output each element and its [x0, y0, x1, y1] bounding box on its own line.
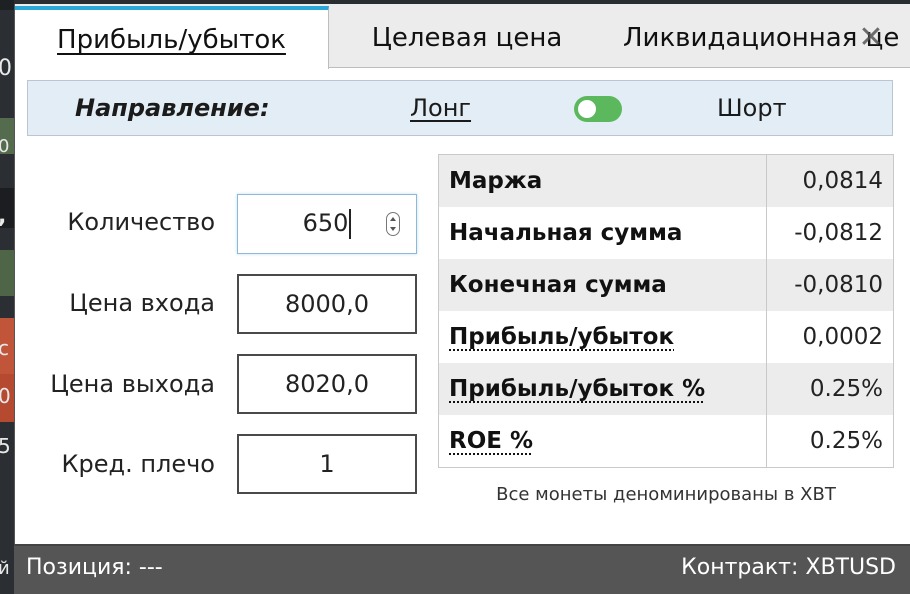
- pnl-calculator-dialog: Прибыль/убыток Целевая цена Ликвидационн…: [14, 4, 910, 594]
- results-name: Начальная сумма: [449, 220, 683, 246]
- position-status: Позиция: ---: [26, 555, 163, 580]
- exit-price-label: Цена выхода: [50, 370, 215, 398]
- tab-target-price[interactable]: Целевая цена: [329, 10, 605, 68]
- leverage-value: 1: [319, 450, 335, 478]
- quantity-input[interactable]: 650: [237, 194, 417, 254]
- quantity-value: 650: [302, 209, 349, 237]
- background-text: 0: [0, 384, 11, 408]
- results-name: Прибыль/убыток: [449, 324, 675, 350]
- entry-price-input[interactable]: 8000,0: [237, 274, 417, 334]
- background-text: 0: [0, 56, 12, 81]
- background-block: [0, 0, 14, 10]
- results-name: ROE %: [449, 428, 534, 454]
- background-app-strip: 0 0 , c 0 5 й: [0, 0, 14, 594]
- leverage-label: Кред. плечо: [61, 450, 215, 478]
- text-caret: [349, 209, 352, 239]
- tab-profit-loss[interactable]: Прибыль/убыток: [15, 6, 329, 69]
- results-row-roe: ROE % 0.25%: [439, 415, 893, 467]
- entry-price-value: 8000,0: [285, 290, 369, 318]
- exit-price-input[interactable]: 8020,0: [237, 354, 417, 414]
- results-value: -0,0812: [794, 220, 883, 246]
- results-value: -0,0810: [794, 272, 883, 298]
- results-value: 0,0814: [802, 168, 883, 194]
- quantity-spinner[interactable]: [386, 212, 400, 236]
- leverage-input[interactable]: 1: [237, 434, 417, 494]
- results-row-final: Конечная сумма -0,0810: [439, 259, 893, 311]
- results-value: 0.25%: [809, 428, 883, 454]
- direction-short-option[interactable]: Шорт: [717, 81, 787, 135]
- contract-status: Контракт: XBTUSD: [681, 555, 896, 580]
- results-row-pnl: Прибыль/убыток 0,0002: [439, 311, 893, 363]
- toggle-knob: [578, 100, 596, 118]
- direction-toggle[interactable]: [574, 96, 622, 122]
- results-value: 0,0002: [802, 324, 883, 350]
- results-value: 0.25%: [809, 376, 883, 402]
- entry-price-label: Цена входа: [69, 289, 215, 317]
- results-row-initial: Начальная сумма -0,0812: [439, 207, 893, 259]
- background-text: 0: [0, 136, 10, 157]
- denomination-note: Все монеты деноминированы в XBT: [496, 484, 836, 505]
- results-row-margin: Маржа 0,0814: [439, 155, 893, 207]
- direction-long-option[interactable]: Лонг: [410, 81, 471, 135]
- background-text: c: [0, 336, 9, 360]
- background-text: й: [0, 558, 10, 579]
- tab-profit-loss-label: Прибыль/убыток: [57, 25, 286, 55]
- results-name: Маржа: [449, 168, 543, 194]
- quantity-label: Количество: [67, 208, 215, 236]
- results-row-pnl-percent: Прибыль/убыток % 0.25%: [439, 363, 893, 415]
- exit-price-value: 8020,0: [285, 370, 369, 398]
- close-icon[interactable]: ✕: [851, 18, 891, 58]
- results-name: Прибыль/убыток %: [449, 376, 706, 402]
- column-divider: [766, 155, 767, 467]
- tab-target-price-label: Целевая цена: [371, 23, 563, 53]
- background-text: 5: [0, 434, 11, 458]
- results-table: Маржа 0,0814 Начальная сумма -0,0812 Кон…: [438, 154, 894, 468]
- direction-label: Направление:: [75, 94, 270, 122]
- tab-bar: Прибыль/убыток Целевая цена Ликвидационн…: [15, 4, 910, 69]
- status-bar: Позиция: --- Контракт: XBTUSD: [14, 544, 910, 594]
- direction-bar: Направление: Лонг Шорт: [27, 80, 893, 136]
- background-block: [0, 250, 14, 296]
- background-text: ,: [0, 206, 14, 228]
- results-name: Конечная сумма: [449, 272, 667, 298]
